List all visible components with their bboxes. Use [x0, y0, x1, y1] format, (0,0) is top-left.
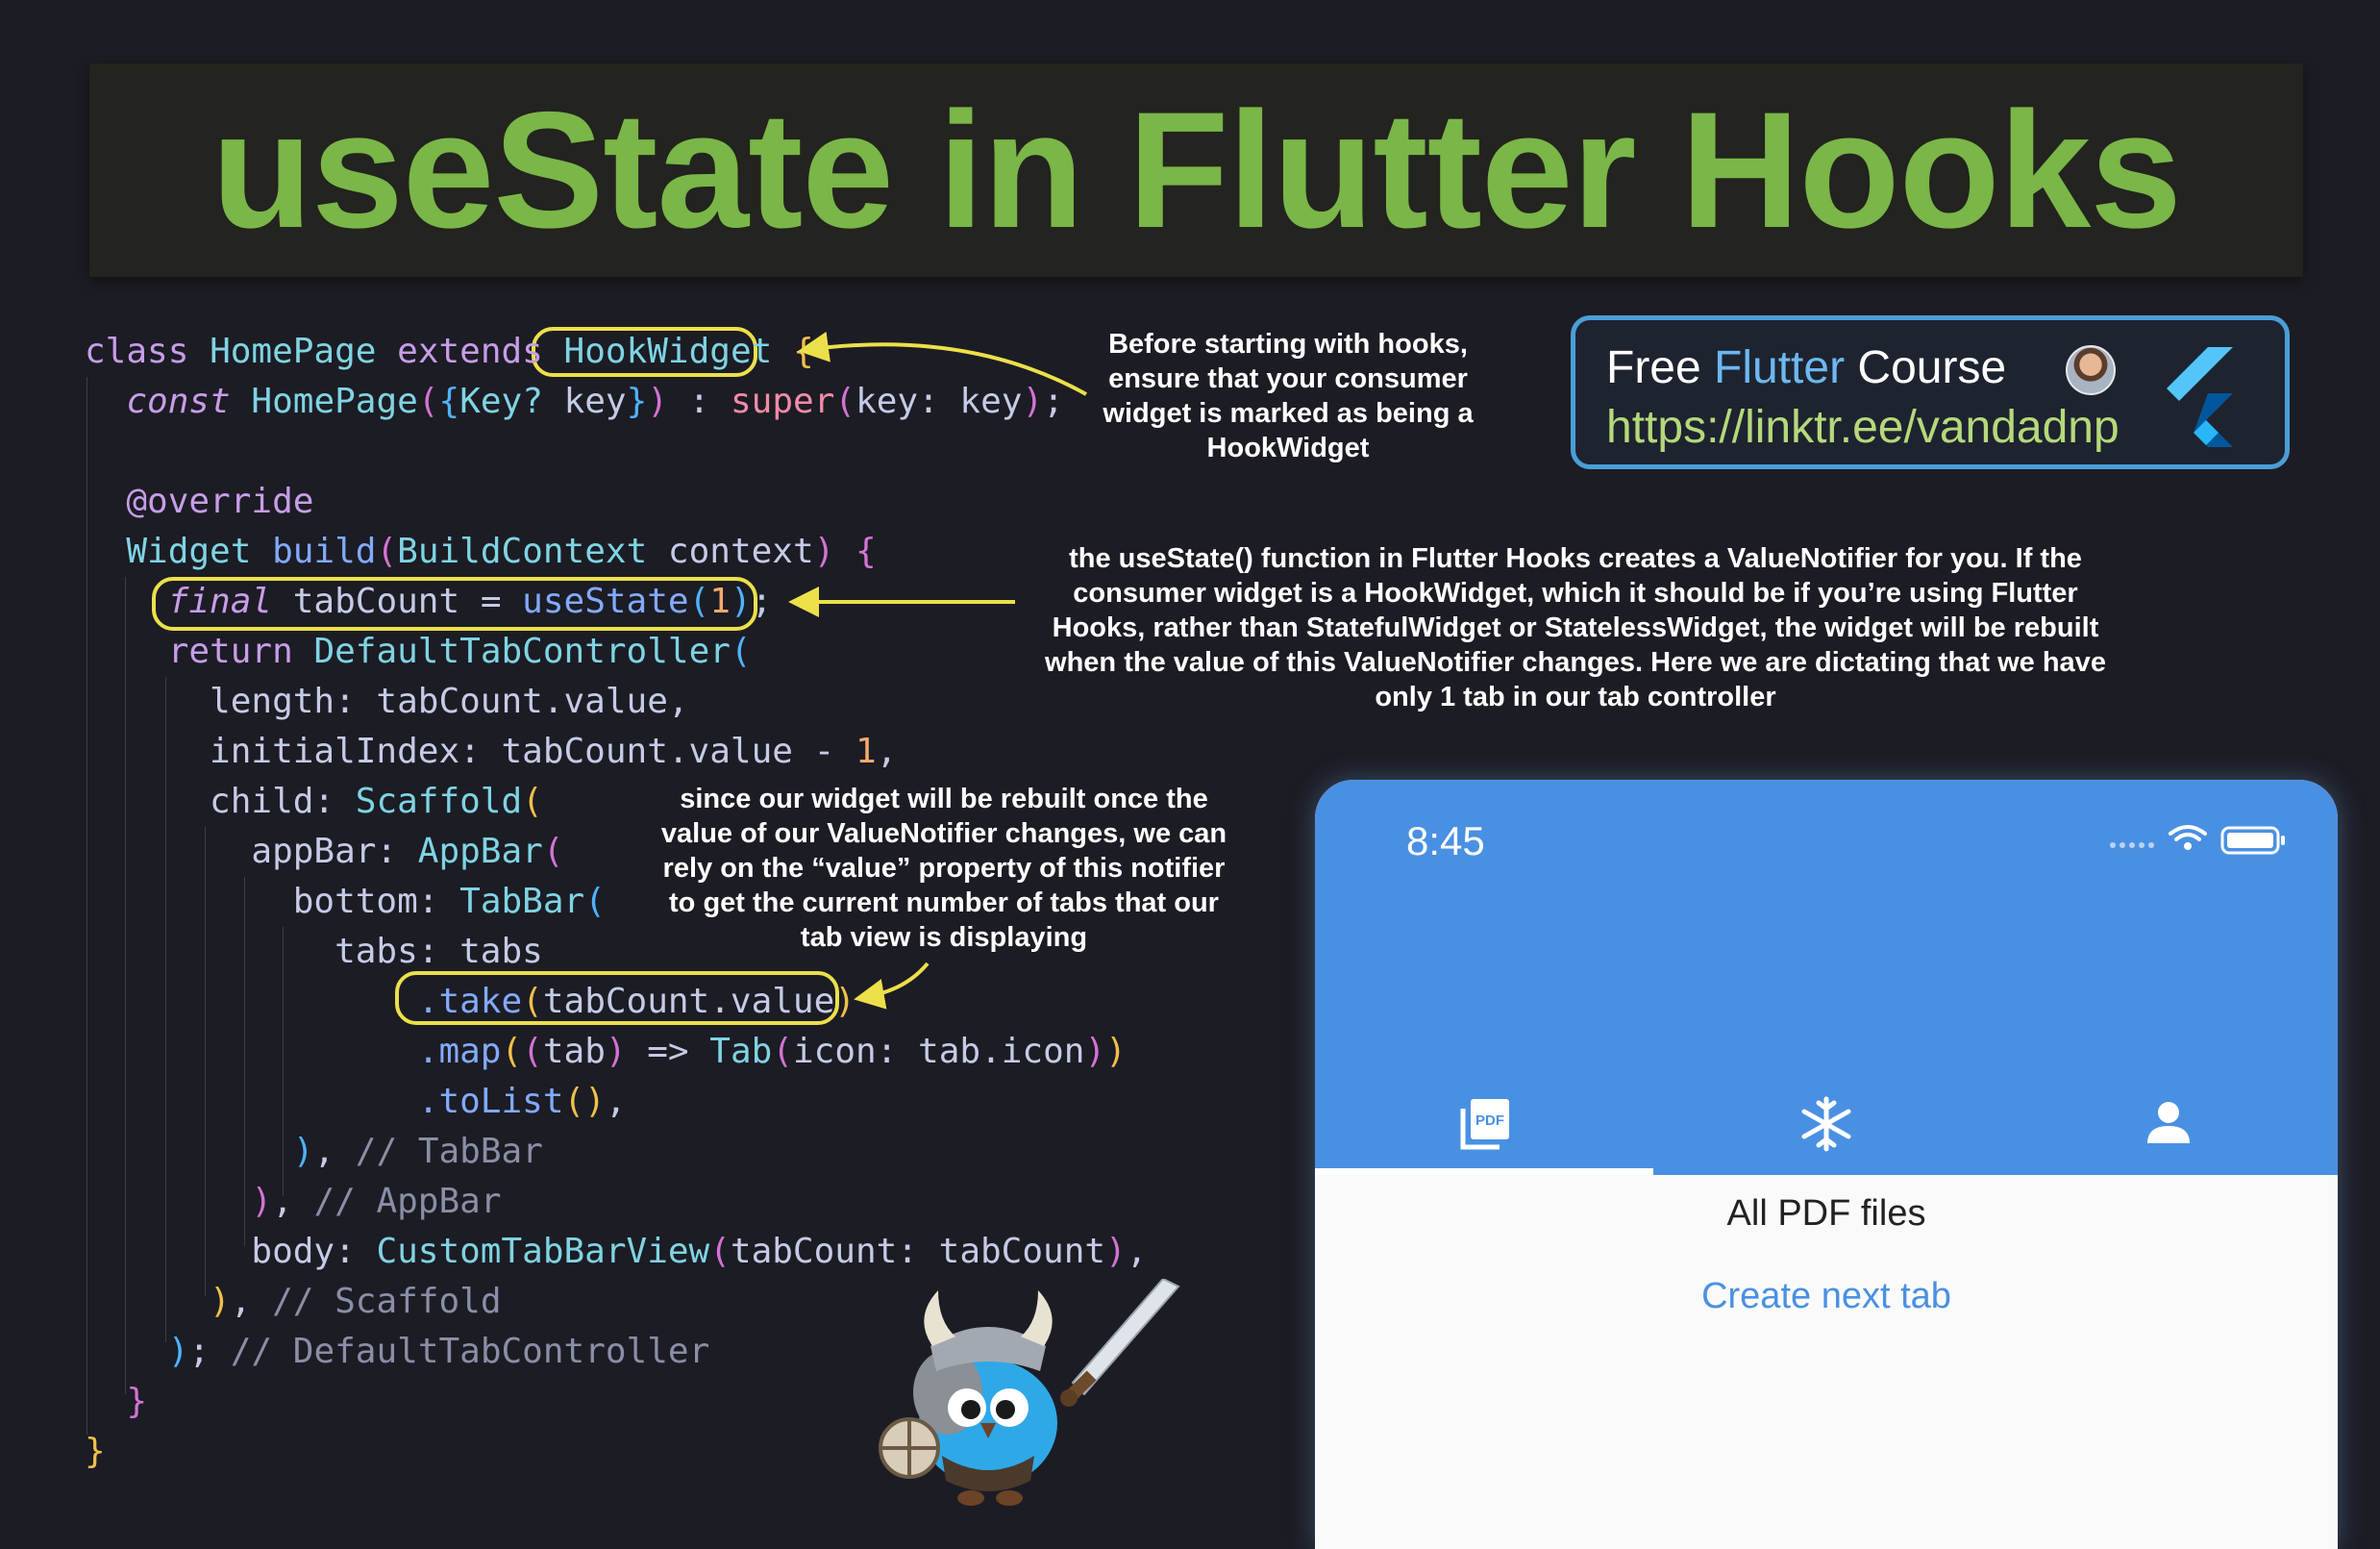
signal-icon — [2110, 842, 2154, 848]
pdf-icon: PDF — [1460, 1099, 1509, 1150]
tab-indicator — [1315, 1168, 1653, 1175]
status-time: 8:45 — [1406, 818, 1485, 863]
course-link[interactable]: https://linktr.ee/vandadnp — [1606, 401, 2120, 454]
status-icons — [2110, 825, 2285, 855]
person-icon — [2147, 1102, 2190, 1143]
avatar — [2066, 345, 2116, 395]
flutter-logo-icon — [2167, 347, 2233, 447]
course-card-title: Free Flutter Course — [1606, 342, 2007, 393]
tab-person[interactable] — [1999, 1076, 2338, 1172]
dash-viking-mascot-icon — [879, 1279, 1180, 1506]
snowflake-icon — [1801, 1096, 1851, 1152]
course-card[interactable]: Free Flutter Course https://linktr.ee/va… — [1571, 315, 2290, 469]
arrow-hookwidget — [798, 331, 1087, 396]
wifi-dot — [2184, 842, 2192, 850]
tab-snowflake[interactable] — [1657, 1076, 1996, 1172]
body-title: All PDF files — [1726, 1193, 1926, 1234]
create-next-tab-button[interactable]: Create next tab — [1315, 1276, 2338, 1317]
wifi-icon — [2169, 825, 2207, 841]
arrow-take — [854, 962, 930, 1010]
svg-text:PDF: PDF — [1475, 1112, 1504, 1129]
tab-pdf[interactable]: PDF — [1315, 1076, 1653, 1172]
phone-preview: 8:45 PDF All PDF files Create next tab — [1315, 780, 2338, 1549]
